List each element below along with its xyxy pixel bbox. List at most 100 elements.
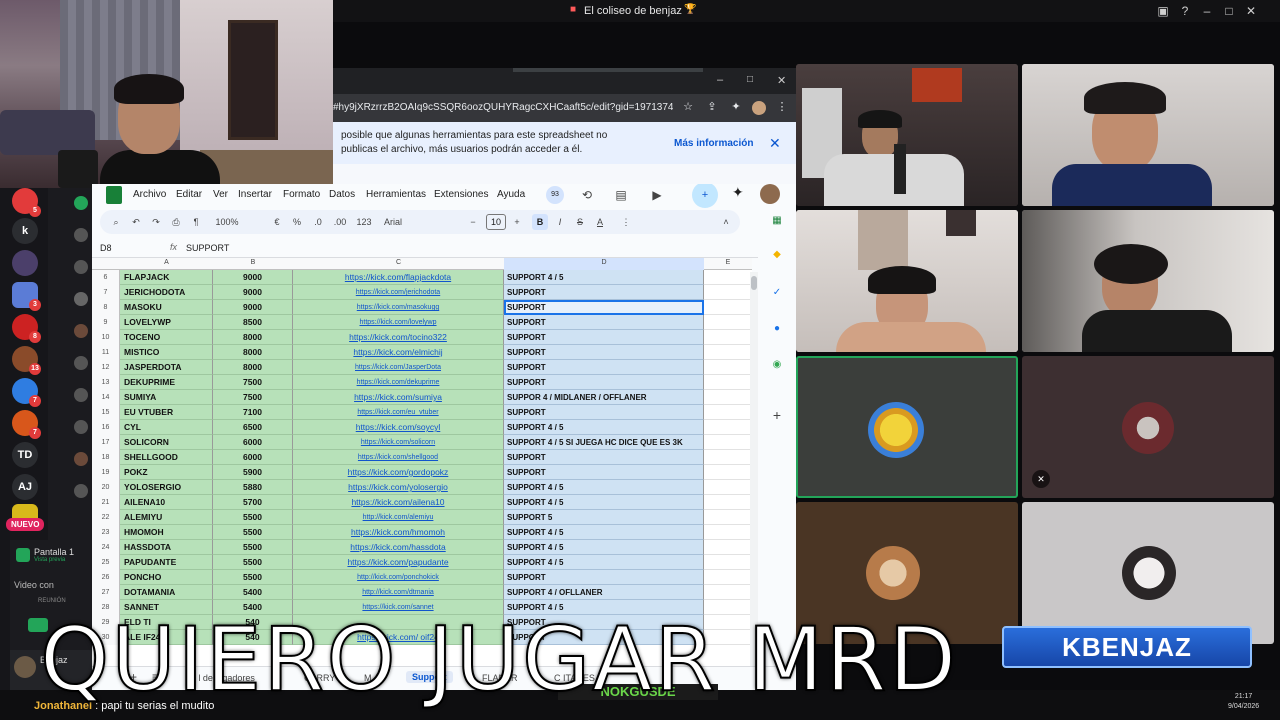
cell-kick-link[interactable]: https://kick.com/hassdota — [293, 540, 504, 555]
cell-empty[interactable] — [704, 360, 752, 375]
text-color-button[interactable]: A — [594, 215, 606, 229]
cell-player-name[interactable]: HMOMOH — [120, 525, 213, 540]
italic-button[interactable]: I — [554, 215, 566, 229]
cell-kick-link[interactable]: https://kick.com/sumiya — [293, 390, 504, 405]
cell-empty[interactable] — [704, 555, 752, 570]
close-icon[interactable]: ✕ — [1243, 3, 1259, 19]
cell-empty[interactable] — [704, 390, 752, 405]
cell-mmr[interactable]: 6000 — [213, 450, 293, 465]
percent-button[interactable]: % — [292, 215, 302, 229]
scroll-thumb[interactable] — [751, 276, 757, 290]
browser-tab[interactable] — [513, 68, 703, 72]
row-number[interactable]: 27 — [92, 585, 120, 600]
row-number[interactable]: 10 — [92, 330, 120, 345]
cell-role[interactable]: SUPPORT — [504, 300, 704, 315]
cell-kick-link[interactable]: https://kick.com/hmomoh — [293, 525, 504, 540]
cell-kick-link[interactable]: http://kick.com/dtmania — [293, 585, 504, 600]
minimize-icon[interactable]: – — [1199, 3, 1215, 19]
server-icon-4[interactable]: 3 — [12, 282, 41, 311]
decrease-size-button[interactable]: − — [468, 215, 478, 229]
row-number[interactable]: 25 — [92, 555, 120, 570]
cell-mmr[interactable]: 8500 — [213, 315, 293, 330]
spreadsheet-grid[interactable]: A B C D E 6 FLAPJACK 9000 https://kick.com/… — [92, 258, 752, 666]
server-icon-8[interactable]: 7 — [12, 410, 41, 439]
vertical-scrollbar[interactable] — [750, 272, 758, 666]
screen-share-icon[interactable]: ▣ — [1155, 3, 1171, 19]
currency-button[interactable]: € — [272, 215, 282, 229]
server-icon-k[interactable]: k — [12, 218, 38, 244]
menu-insertar[interactable]: Insertar — [238, 189, 272, 200]
cell-kick-link[interactable]: https://kick.com/gordopokz — [293, 465, 504, 480]
participant-tile-3[interactable] — [796, 210, 1018, 352]
increase-size-button[interactable]: + — [512, 215, 522, 229]
cell-player-name[interactable]: LOVELYWP — [120, 315, 213, 330]
more-options-icon[interactable]: ⋮ — [620, 215, 632, 229]
maps-icon[interactable]: ◉ — [768, 356, 786, 374]
cell-player-name[interactable]: AILENA10 — [120, 495, 213, 510]
comment-icon[interactable]: ▤ — [612, 186, 630, 204]
cell-player-name[interactable]: ALEMIYU — [120, 510, 213, 525]
cell-kick-link[interactable]: https://kick.com/eu_vtuber — [293, 405, 504, 420]
cell-role[interactable]: SUPPORT — [504, 375, 704, 390]
close-icon[interactable]: ✕ — [777, 74, 786, 87]
cell-mmr[interactable]: 5500 — [213, 540, 293, 555]
more-info-link[interactable]: Más información — [674, 138, 753, 149]
cell-role[interactable]: SUPPORT 4 / OFLLANER — [504, 585, 704, 600]
row-number[interactable]: 14 — [92, 390, 120, 405]
participant-tile-5[interactable] — [796, 356, 1018, 498]
cell-player-name[interactable]: PAPUDANTE — [120, 555, 213, 570]
menu-ver[interactable]: Ver — [213, 189, 228, 200]
row-number[interactable]: 22 — [92, 510, 120, 525]
cell-empty[interactable] — [704, 300, 752, 315]
cell-kick-link[interactable]: https://kick.com/dekuprime — [293, 375, 504, 390]
search-icon[interactable]: ⌕ — [110, 215, 122, 229]
cell-mmr[interactable]: 8000 — [213, 360, 293, 375]
cell-role[interactable]: SUPPORT — [504, 450, 704, 465]
cell-mmr[interactable]: 5400 — [213, 585, 293, 600]
menu-ayuda[interactable]: Ayuda — [497, 189, 525, 200]
cell-empty[interactable] — [704, 585, 752, 600]
cell-kick-link[interactable]: https://kick.com/jerichodota — [293, 285, 504, 300]
cell-mmr[interactable]: 5500 — [213, 510, 293, 525]
row-number[interactable]: 18 — [92, 450, 120, 465]
cell-role[interactable]: SUPPORT — [504, 360, 704, 375]
menu-datos[interactable]: Datos — [329, 189, 355, 200]
cell-role[interactable]: SUPPORT 4 / 5 — [504, 420, 704, 435]
profile-avatar[interactable] — [752, 101, 766, 115]
cell-player-name[interactable]: SHELLGOOD — [120, 450, 213, 465]
cell-empty[interactable] — [704, 510, 752, 525]
cell-role[interactable]: SUPPORT — [504, 570, 704, 585]
cell-role[interactable]: SUPPOR 4 / MIDLANER / OFFLANER — [504, 390, 704, 405]
viewers-badge[interactable]: 93 — [546, 186, 564, 204]
row-number[interactable]: 11 — [92, 345, 120, 360]
cell-kick-link[interactable]: https://kick.com/solicorn — [293, 435, 504, 450]
font-size-input[interactable]: 10 — [486, 214, 506, 230]
number-format-button[interactable]: 123 — [356, 215, 372, 229]
menu-extensiones[interactable]: Extensiones — [434, 189, 488, 200]
cell-player-name[interactable]: CYL — [120, 420, 213, 435]
minimize-icon[interactable]: – — [717, 74, 723, 86]
cell-mmr[interactable]: 5880 — [213, 480, 293, 495]
column-header-e[interactable]: E — [704, 259, 752, 266]
close-banner-icon[interactable]: ✕ — [769, 135, 781, 152]
cell-kick-link[interactable]: https://kick.com/shellgood — [293, 450, 504, 465]
menu-herramientas[interactable]: Herramientas — [366, 189, 426, 200]
meet-icon[interactable]: ▶ — [648, 186, 666, 204]
cell-empty[interactable] — [704, 285, 752, 300]
menu-icon[interactable]: ⋮ — [775, 100, 789, 114]
url-text[interactable]: #hy9jXRzrrzB2OAIq9cSSQR6oozQUHYRagcCXHCa… — [333, 102, 673, 113]
cell-empty[interactable] — [704, 465, 752, 480]
column-header-a[interactable]: A — [120, 259, 213, 266]
formula-value[interactable]: SUPPORT — [186, 243, 229, 253]
cell-reference[interactable]: D8 — [100, 243, 112, 253]
cell-empty[interactable] — [704, 345, 752, 360]
row-number[interactable]: 23 — [92, 525, 120, 540]
cell-kick-link[interactable]: https://kick.com/ailena10 — [293, 495, 504, 510]
cell-mmr[interactable]: 9000 — [213, 285, 293, 300]
cell-role[interactable]: SUPPORT — [504, 465, 704, 480]
history-icon[interactable]: ⟲ — [578, 186, 596, 204]
row-number[interactable]: 13 — [92, 375, 120, 390]
cell-empty[interactable] — [704, 420, 752, 435]
share-icon[interactable]: ⇪ — [705, 100, 719, 114]
row-number[interactable]: 16 — [92, 420, 120, 435]
